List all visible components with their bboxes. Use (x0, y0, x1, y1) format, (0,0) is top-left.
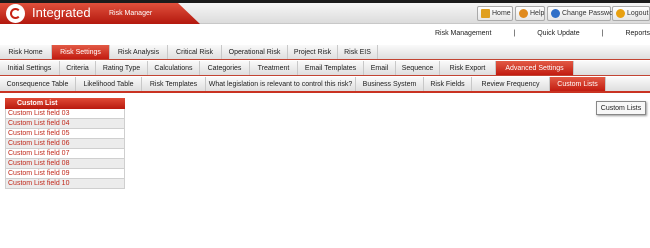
tab-operational-risk[interactable]: Operational Risk (222, 45, 288, 59)
help-button-label: Help (530, 10, 545, 17)
tab-likelihood-table[interactable]: Likelihood Table (76, 77, 142, 91)
tab-risk-templates[interactable]: Risk Templates (142, 77, 206, 91)
tab-treatment[interactable]: Treatment (250, 61, 298, 75)
tab-consequence-table[interactable]: Consequence Table (0, 77, 76, 91)
home-icon (481, 9, 490, 18)
tab-advanced-settings[interactable]: Advanced Settings (496, 61, 574, 75)
custom-list-header: Custom List (5, 98, 125, 109)
help-button[interactable]: Help (515, 6, 545, 21)
settings-menu: Initial Settings Criteria Rating Type Ca… (0, 61, 650, 76)
tab-criteria[interactable]: Criteria (60, 61, 96, 75)
app-subtitle: Risk Manager (109, 10, 153, 17)
tab-project-risk[interactable]: Project Risk (288, 45, 338, 59)
tab-review-frequency[interactable]: Review Frequency (472, 77, 550, 91)
tab-risk-home[interactable]: Risk Home (0, 45, 52, 59)
list-item[interactable]: Custom List field 05 (5, 129, 125, 139)
nav-separator: | (601, 30, 604, 37)
home-button[interactable]: Home (477, 6, 513, 21)
change-password-button[interactable]: Change Password (547, 6, 619, 21)
tab-critical-risk[interactable]: Critical Risk (168, 45, 222, 59)
tab-legislation[interactable]: What legislation is relevant to control … (206, 77, 356, 91)
users-icon (551, 9, 560, 18)
tab-rating-type[interactable]: Rating Type (96, 61, 148, 75)
list-item[interactable]: Custom List field 09 (5, 169, 125, 179)
tab-custom-lists[interactable]: Custom Lists (550, 77, 606, 91)
advanced-menu: Consequence Table Likelihood Table Risk … (0, 77, 650, 93)
brand: Integrated Risk Manager (0, 3, 200, 24)
nav-reports[interactable]: Reports (625, 30, 650, 37)
logout-button-label: Logout (627, 10, 649, 17)
logout-icon (616, 9, 625, 18)
list-item[interactable]: Custom List field 06 (5, 139, 125, 149)
tab-sequence[interactable]: Sequence (396, 61, 440, 75)
list-item[interactable]: Custom List field 04 (5, 119, 125, 129)
list-item[interactable]: Custom List field 03 (5, 109, 125, 119)
list-item[interactable]: Custom List field 10 (5, 179, 125, 189)
tab-categories[interactable]: Categories (200, 61, 250, 75)
help-icon (519, 9, 528, 18)
header-banner: Integrated Risk Manager Home Help Change… (0, 3, 650, 24)
logo-icon (6, 4, 25, 23)
tab-business-system[interactable]: Business System (356, 77, 424, 91)
tab-calculations[interactable]: Calculations (148, 61, 200, 75)
sub-navigation: Risk Management | Quick Update | Reports (0, 25, 650, 42)
list-item[interactable]: Custom List field 07 (5, 149, 125, 159)
custom-list-table: Custom List Custom List field 03 Custom … (5, 98, 125, 189)
change-password-label: Change Password (562, 10, 620, 17)
tab-initial-settings[interactable]: Initial Settings (0, 61, 60, 75)
main-menu: Risk Home Risk Settings Risk Analysis Cr… (0, 45, 650, 60)
tab-risk-analysis[interactable]: Risk Analysis (110, 45, 168, 59)
tab-email[interactable]: Email (364, 61, 396, 75)
home-button-label: Home (492, 10, 511, 17)
nav-risk-management[interactable]: Risk Management (435, 30, 491, 37)
tab-risk-export[interactable]: Risk Export (440, 61, 496, 75)
tab-risk-eis[interactable]: Risk EIS (338, 45, 378, 59)
tab-email-templates[interactable]: Email Templates (298, 61, 364, 75)
nav-quick-update[interactable]: Quick Update (537, 30, 579, 37)
tab-risk-fields[interactable]: Risk Fields (424, 77, 472, 91)
list-item[interactable]: Custom List field 08 (5, 159, 125, 169)
tab-risk-settings[interactable]: Risk Settings (52, 45, 110, 59)
tooltip: Custom Lists (596, 101, 646, 115)
app-title: Integrated (32, 5, 91, 20)
logout-button[interactable]: Logout (612, 6, 650, 21)
nav-separator: | (513, 30, 516, 37)
